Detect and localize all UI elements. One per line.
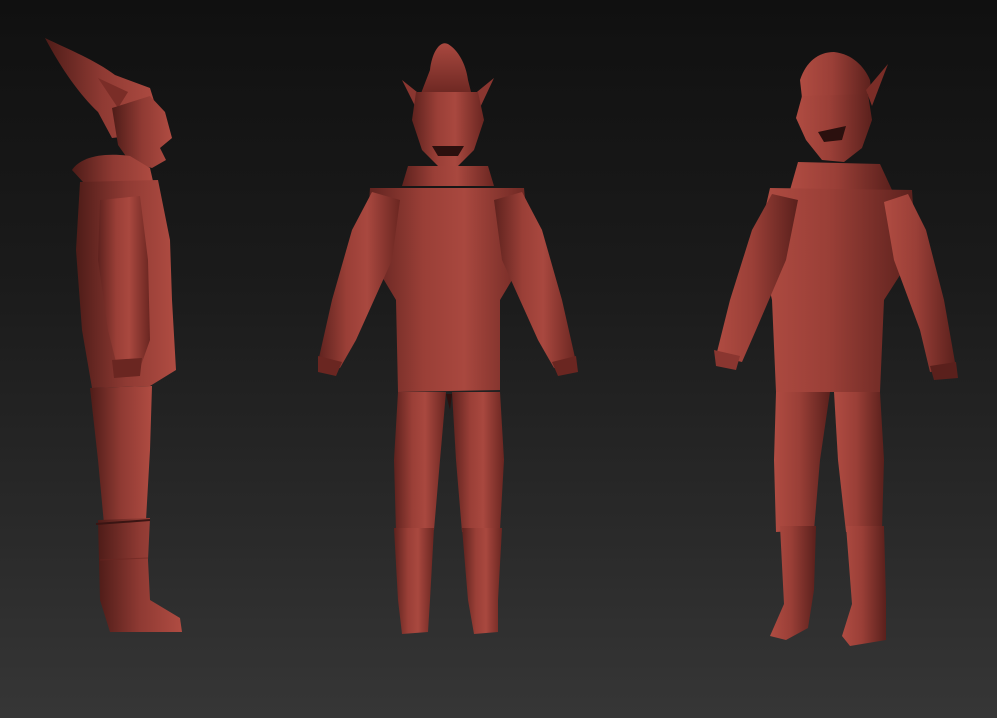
side-view-figure bbox=[45, 38, 182, 632]
tq-leg-left bbox=[774, 392, 830, 532]
front-hat bbox=[420, 43, 472, 96]
three-quarter-view-figure bbox=[714, 52, 958, 646]
side-leg bbox=[90, 386, 152, 524]
character-turnaround-scene bbox=[45, 38, 958, 646]
front-boot-left bbox=[394, 528, 434, 634]
front-boot-right bbox=[462, 528, 502, 634]
side-hand bbox=[112, 358, 142, 378]
tq-hat bbox=[800, 52, 872, 98]
front-hood bbox=[402, 166, 494, 186]
front-leg-left bbox=[394, 392, 446, 532]
front-view-figure bbox=[318, 43, 578, 634]
tq-leg-right bbox=[834, 392, 884, 532]
front-leg-right bbox=[452, 392, 504, 532]
sculpt-viewport[interactable] bbox=[0, 0, 997, 718]
side-boot bbox=[98, 518, 182, 632]
tq-hood bbox=[790, 162, 892, 190]
tq-boot-left bbox=[770, 526, 816, 640]
tq-face bbox=[796, 94, 872, 162]
tq-boot-right bbox=[842, 526, 886, 646]
